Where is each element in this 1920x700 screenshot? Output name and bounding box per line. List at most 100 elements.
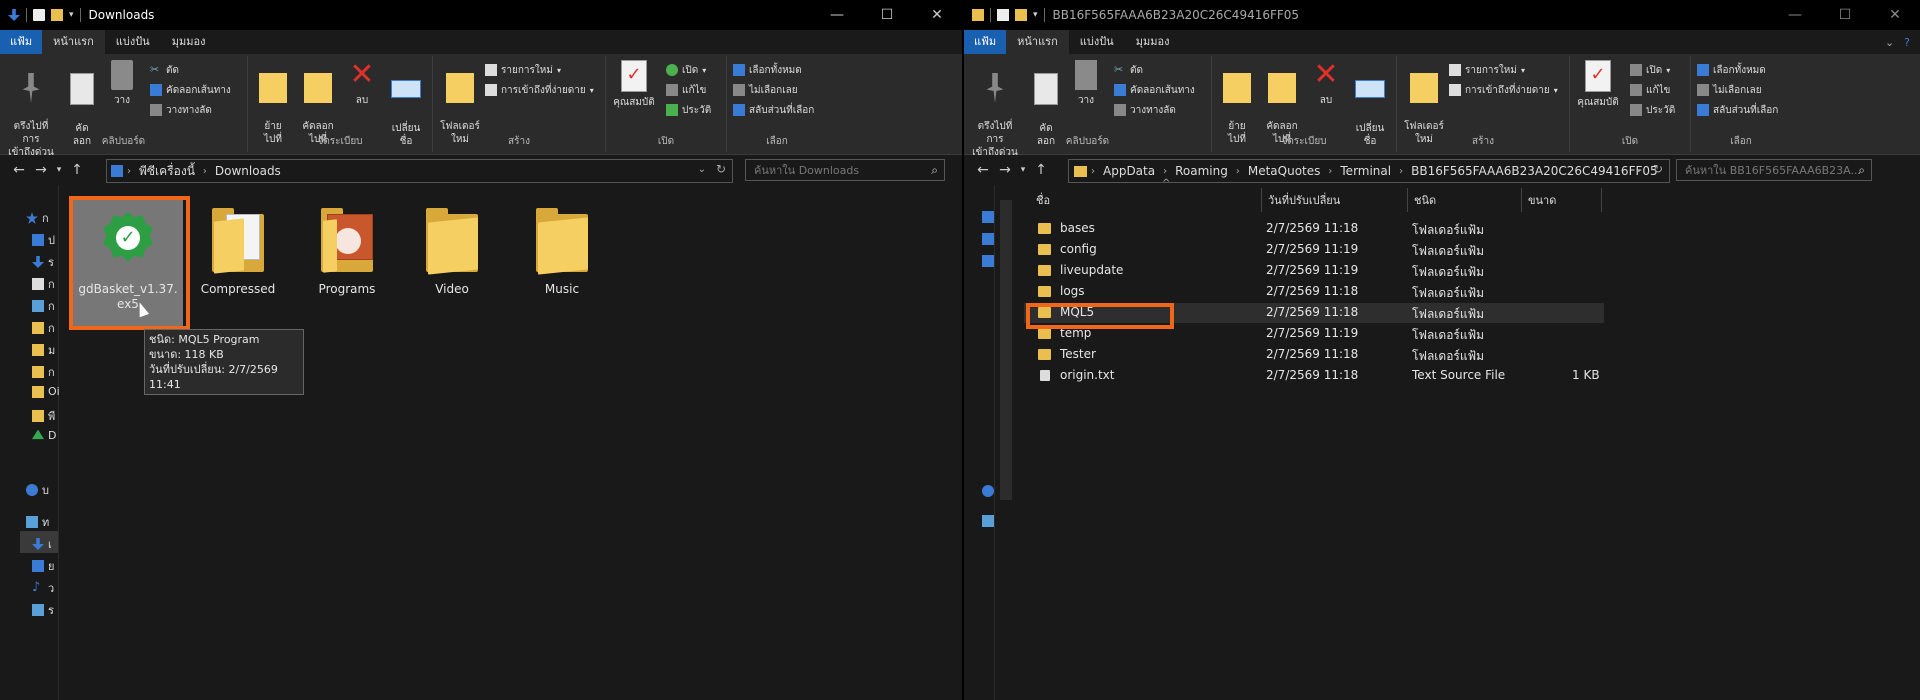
sidebar-item[interactable]: D [32,429,56,442]
folder-item-compressed[interactable]: Compressed [188,206,288,296]
open-button[interactable]: เปิด ▾ [666,62,706,78]
properties-button[interactable]: ✓ คุณสมบัติ [1574,60,1622,109]
tab-file[interactable]: แฟ้ม [0,30,43,54]
breadcrumb-this-pc[interactable]: พีซีเครื่องนี้ [135,162,199,181]
sidebar-item[interactable]: Oi [32,385,60,398]
customize-qat-icon[interactable]: ▾ [1033,10,1038,20]
cut-button[interactable]: ✂ ตัด [1114,62,1143,78]
properties-icon[interactable] [33,9,45,21]
computer-icon[interactable] [982,515,994,527]
up-arrow-icon[interactable]: ↑ [1030,162,1052,178]
sidebar-item[interactable]: ก [32,363,55,381]
folder-row[interactable]: Tester 2/7/2569 11:18 โฟลเดอร์แฟ้ม [1024,345,1604,365]
maximize-button[interactable]: ☐ [862,0,912,30]
folder-item-music[interactable]: Music [512,206,612,296]
breadcrumb-roaming[interactable]: Roaming [1171,164,1232,178]
address-bar[interactable]: › พีซีเครื่องนี้ › Downloads ⌄ ↻ [106,159,733,183]
collapse-ribbon-icon[interactable]: ⌄ [1885,36,1894,49]
paste-button[interactable]: วาง [104,60,140,107]
back-arrow-icon[interactable]: ← [972,162,994,178]
onedrive-item[interactable]: บ [26,481,49,499]
title-bar[interactable]: ▾ Downloads — ☐ ✕ [0,0,962,30]
tab-share[interactable]: แบ่งปัน [105,30,161,54]
forward-arrow-icon[interactable]: → [994,162,1016,178]
folder-row[interactable]: liveupdate 2/7/2569 11:19 โฟลเดอร์แฟ้ม [1024,261,1604,281]
back-arrow-icon[interactable]: ← [8,162,30,178]
this-pc-item[interactable]: ท [26,513,49,531]
forward-arrow-icon[interactable]: → [30,162,52,178]
customize-qat-icon[interactable]: ▾ [69,10,74,20]
breadcrumb-metaquotes[interactable]: MetaQuotes [1244,164,1325,178]
column-header-type[interactable]: ชนิด [1408,188,1522,212]
search-input[interactable]: ค้นหาใน BB16F565FAAA6B23A... ⌕ [1676,159,1872,181]
easy-access-button[interactable]: การเข้าถึงที่ง่ายดาย ▾ [485,82,594,98]
paste-shortcut-button[interactable]: วางทางลัด [1114,102,1176,118]
column-header-name[interactable]: ชื่อ [1030,188,1262,212]
recent-locations-icon[interactable]: ▾ [1016,165,1030,175]
refresh-icon[interactable]: ↻ [1653,162,1663,176]
breadcrumb-appdata[interactable]: AppData [1099,164,1159,178]
sidebar-scrollbar[interactable] [1000,200,1012,500]
sidebar-item[interactable]: พี [32,407,55,425]
history-button[interactable]: ประวัติ [1630,102,1675,118]
desktop-icon[interactable] [982,233,994,245]
close-button[interactable]: ✕ [912,0,962,30]
quick-access-item[interactable]: ก [26,209,49,227]
properties-button[interactable]: ✓ คุณสมบัติ [610,60,658,109]
properties-icon[interactable] [997,9,1009,21]
copy-path-button[interactable]: คัดลอกเส้นทาง [1114,82,1195,98]
select-all-button[interactable]: เลือกทั้งหมด [1697,62,1766,78]
sidebar-item[interactable]: ก [32,297,55,315]
tab-home[interactable]: หน้าแรก [42,30,105,54]
delete-button[interactable]: ✕ ลบ [1306,60,1346,107]
address-bar[interactable]: › AppData › Roaming › MetaQuotes › Termi… [1068,159,1670,183]
edit-button[interactable]: แก้ไข [666,82,706,98]
folder-row[interactable]: logs 2/7/2569 11:18 โฟลเดอร์แฟ้ม [1024,282,1604,302]
select-all-button[interactable]: เลือกทั้งหมด [733,62,802,78]
sidebar-item[interactable]: ก [32,275,55,293]
select-none-button[interactable]: ไม่เลือกเลย [1697,82,1762,98]
download-icon[interactable] [982,255,994,267]
sidebar-item[interactable]: ก [32,319,55,337]
sidebar-item[interactable]: ♪ ว [32,579,54,597]
new-folder-icon[interactable] [51,9,63,21]
sidebar-item[interactable]: ร [32,253,54,271]
address-dropdown-icon[interactable]: ⌄ [1635,164,1643,175]
tab-file[interactable]: แฟ้ม [964,30,1007,54]
column-header-date[interactable]: วันที่ปรับเปลี่ยน [1262,188,1408,212]
select-none-button[interactable]: ไม่เลือกเลย [733,82,798,98]
new-folder-icon[interactable] [1015,9,1027,21]
edit-button[interactable]: แก้ไข [1630,82,1670,98]
folder-row[interactable]: config 2/7/2569 11:19 โฟลเดอร์แฟ้ม [1024,240,1604,260]
sidebar-item[interactable]: ร [32,601,54,619]
up-arrow-icon[interactable]: ↑ [66,162,88,178]
tab-share[interactable]: แบ่งปัน [1069,30,1125,54]
maximize-button[interactable]: ☐ [1820,0,1870,30]
recent-locations-icon[interactable]: ▾ [52,165,66,175]
minimize-button[interactable]: — [1770,0,1820,30]
title-bar[interactable]: ▾ BB16F565FAAA6B23A20C26C49416FF05 — ☐ ✕ [964,0,1920,30]
folder-item-video[interactable]: Video [402,206,502,296]
close-button[interactable]: ✕ [1870,0,1920,30]
new-item-button[interactable]: รายการใหม่ ▾ [1449,62,1525,78]
history-button[interactable]: ประวัติ [666,102,711,118]
tab-home[interactable]: หน้าแรก [1006,30,1069,54]
breadcrumb-downloads[interactable]: Downloads [211,164,285,178]
sidebar-item[interactable]: ป [32,231,55,249]
tab-view[interactable]: มุมมอง [1125,30,1181,54]
invert-selection-button[interactable]: สลับส่วนที่เลือก [733,102,814,118]
delete-button[interactable]: ✕ ลบ [342,60,382,107]
breadcrumb-terminal[interactable]: Terminal [1336,164,1395,178]
breadcrumb-terminal-id[interactable]: BB16F565FAAA6B23A20C26C49416FF05 [1407,164,1662,178]
easy-access-button[interactable]: การเข้าถึงที่ง่ายดาย ▾ [1449,82,1558,98]
quick-access-icon[interactable] [982,211,994,223]
sidebar-item[interactable]: ม [32,341,55,359]
paste-shortcut-button[interactable]: วางทางลัด [150,102,212,118]
sidebar-item[interactable]: ย [32,557,54,575]
search-input[interactable]: ค้นหาใน Downloads ⌕ [745,159,945,181]
copy-path-button[interactable]: คัดลอกเส้นทาง [150,82,231,98]
column-header-size[interactable]: ขนาด [1522,188,1602,212]
invert-selection-button[interactable]: สลับส่วนที่เลือก [1697,102,1778,118]
new-item-button[interactable]: รายการใหม่ ▾ [485,62,561,78]
sidebar-item-downloads[interactable]: เ [32,535,52,553]
